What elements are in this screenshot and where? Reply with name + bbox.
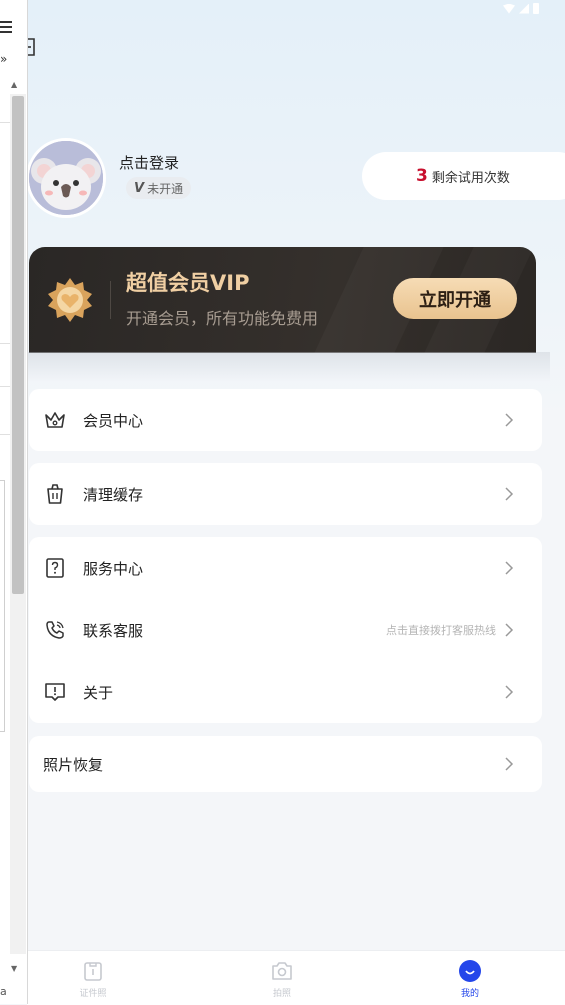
vip-mark: V — [134, 180, 145, 196]
menu-item-member-center[interactable]: 会员中心 — [29, 389, 542, 451]
hamburger-menu-icon[interactable] — [0, 18, 12, 33]
menu-item-photo-recovery[interactable]: 照片恢复 — [29, 736, 542, 792]
menu-item-contact-support[interactable]: 联系客服 点击直接拨打客服热线 — [29, 599, 542, 661]
help-icon — [46, 558, 64, 578]
signal-icon — [519, 3, 529, 14]
vip-subtitle: 开通会员，所有功能免费用 — [126, 309, 319, 328]
login-link[interactable]: 点击登录 — [119, 152, 179, 173]
expand-chevron-icon[interactable]: » — [0, 52, 7, 66]
menu-item-service-center[interactable]: 服务中心 — [29, 537, 542, 599]
id-photo-icon — [84, 962, 102, 981]
chevron-right-icon — [505, 487, 514, 501]
tab-label: 我的 — [460, 989, 479, 999]
battery-icon — [533, 3, 539, 14]
vip-title: 超值会员VIP — [126, 271, 250, 295]
vip-status-text: 未开通 — [147, 181, 184, 196]
chevron-right-icon — [505, 623, 514, 637]
scroll-up-icon[interactable]: ▲ — [11, 80, 17, 89]
menu-item-label: 关于 — [83, 683, 114, 702]
menu-group-cache: 清理缓存 — [29, 463, 542, 525]
menu-group-recovery: 照片恢复 — [29, 736, 542, 792]
trial-count-pill: 3 剩余试用次数 — [362, 152, 565, 200]
divider — [0, 434, 10, 435]
divider — [0, 343, 10, 344]
crown-icon — [45, 412, 65, 428]
koala-avatar-icon — [29, 141, 103, 215]
menu-item-label: 会员中心 — [83, 411, 144, 430]
bottom-navigation: 证件照 拍照 我的 — [27, 950, 565, 1005]
menu-group-member: 会员中心 — [29, 389, 542, 451]
activate-vip-button[interactable]: 立即开通 — [393, 278, 517, 319]
vip-status-badge: V 未开通 — [126, 177, 192, 199]
scrollbar-thumb[interactable] — [12, 96, 24, 594]
panel-frame — [0, 480, 5, 732]
menu-item-label: 清理缓存 — [83, 485, 144, 504]
menu-item-label: 照片恢复 — [43, 755, 104, 774]
menu-group-service: 服务中心 联系客服 点击直接拨打客服热线 关于 — [29, 537, 542, 723]
menu-item-label: 服务中心 — [83, 559, 144, 578]
wifi-icon — [503, 3, 515, 14]
divider — [0, 122, 10, 123]
tab-mine[interactable]: 我的 — [410, 951, 530, 1005]
chevron-right-icon — [505, 685, 514, 699]
chevron-right-icon — [505, 757, 514, 771]
chevron-right-icon — [505, 413, 514, 427]
tab-camera[interactable]: 拍照 — [222, 951, 342, 1005]
divider — [0, 386, 10, 387]
phone-icon — [46, 621, 64, 639]
tab-label: 拍照 — [272, 989, 291, 999]
chevron-right-icon — [505, 561, 514, 575]
trash-icon — [47, 484, 63, 504]
avatar[interactable] — [26, 138, 106, 218]
tab-id-photo[interactable]: 证件照 — [33, 951, 153, 1005]
camera-icon — [272, 962, 292, 980]
trial-label: 剩余试用次数 — [431, 170, 510, 186]
tab-label: 证件照 — [79, 989, 107, 999]
info-message-icon — [45, 683, 65, 701]
status-bar — [503, 3, 539, 14]
menu-item-about[interactable]: 关于 — [29, 661, 542, 723]
vip-medal-icon — [48, 278, 92, 322]
scroll-down-icon[interactable]: ▼ — [11, 964, 17, 973]
menu-item-clear-cache[interactable]: 清理缓存 — [29, 463, 542, 525]
vip-divider — [110, 281, 111, 319]
menu-item-label: 联系客服 — [83, 621, 144, 640]
trial-count: 3 — [416, 166, 428, 186]
panel-bottom-text: a — [0, 985, 7, 998]
contact-support-hint: 点击直接拨打客服热线 — [386, 624, 496, 637]
card-shadow — [20, 352, 550, 382]
vip-promo-card: 超值会员VIP 开通会员，所有功能免费用 立即开通 — [29, 247, 536, 353]
smile-face-icon — [459, 960, 481, 982]
side-panel: » ▲ ▼ a — [0, 0, 28, 1004]
